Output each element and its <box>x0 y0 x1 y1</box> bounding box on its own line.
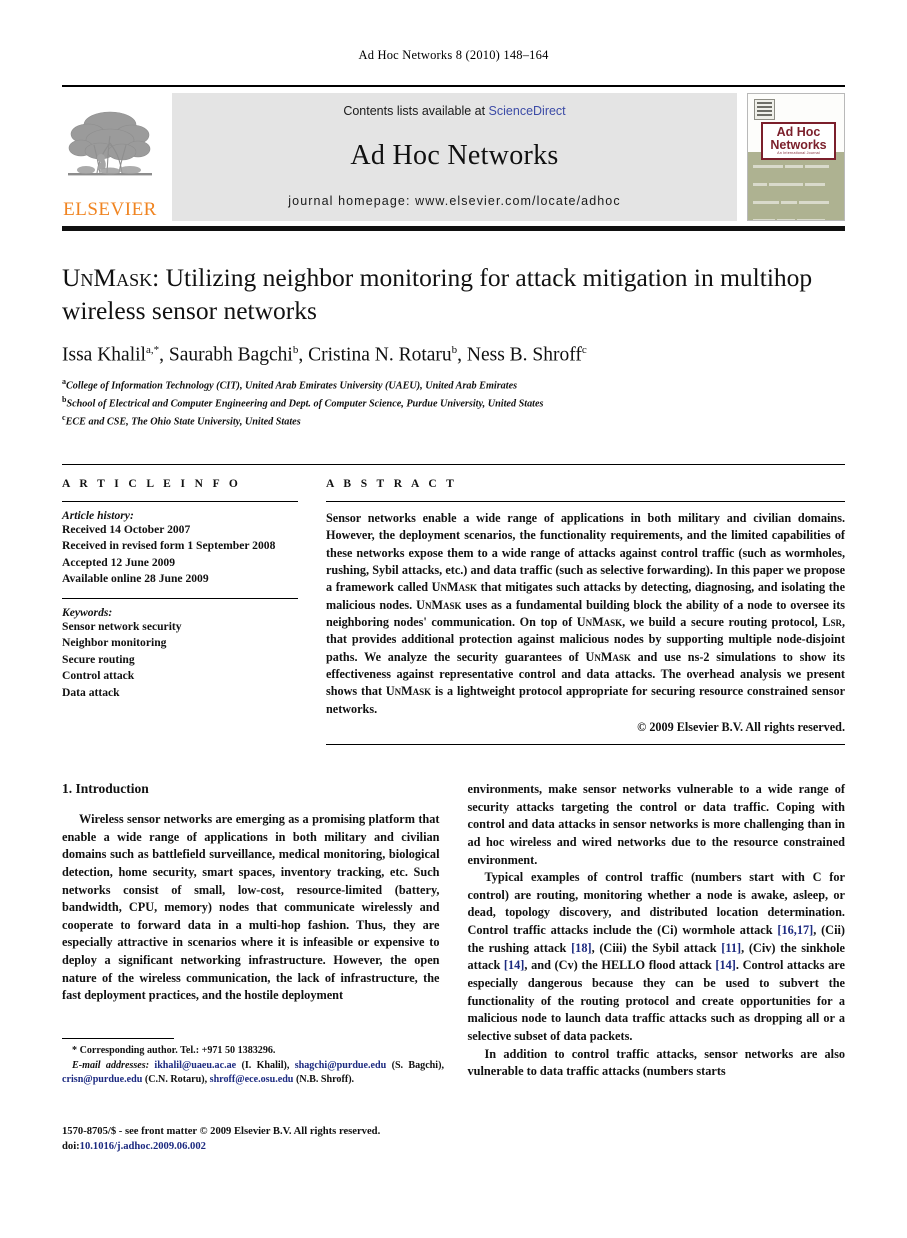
keywords-group: Keywords: Sensor network security Neighb… <box>62 599 298 701</box>
email-link[interactable]: ikhalil@uaeu.ac.ae <box>154 1060 236 1071</box>
intro-paragraph-3: In addition to control traffic attacks, … <box>467 1046 846 1079</box>
citation-ref[interactable]: [18] <box>571 941 592 955</box>
citation-ref[interactable]: [11] <box>721 941 741 955</box>
intro-paragraph-2: Typical examples of control traffic (num… <box>468 869 846 1045</box>
affiliation-a: aCollege of Information Technology (CIT)… <box>62 376 518 392</box>
info-abstract-row: A R T I C L E I N F O Article history: R… <box>62 464 845 745</box>
abstract-copyright: © 2009 Elsevier B.V. All rights reserved… <box>637 719 845 734</box>
intro-paragraph-continued: environments, make sensor networks vulne… <box>467 781 846 867</box>
abstract-column: A B S T R A C T Sensor networks enable a… <box>320 465 845 745</box>
email-link[interactable]: crisn@purdue.edu <box>62 1074 142 1085</box>
affiliation-list: aCollege of Information Technology (CIT)… <box>62 376 845 430</box>
contents-available-line: Contents lists available at ScienceDirec… <box>172 104 737 118</box>
abstract-heading: A B S T R A C T <box>326 478 458 491</box>
issn-line: 1570-8705/$ - see front matter © 2009 El… <box>62 1126 381 1137</box>
citation-ref[interactable]: [16,17] <box>777 923 813 937</box>
abstract-rule-bottom <box>326 743 845 745</box>
email-owner: (I. Khalil) <box>241 1059 287 1071</box>
footnote-rule <box>62 1038 174 1039</box>
article-title: UnMask: Utilizing neighbor monitoring fo… <box>62 261 845 327</box>
running-head: Ad Hoc Networks 8 (2010) 148–164 <box>358 48 549 62</box>
section-title-introduction: 1. Introduction <box>62 780 149 796</box>
title-block: UnMask: Utilizing neighbor monitoring fo… <box>62 261 845 430</box>
history-revised: Received in revised form 1 September 200… <box>62 539 276 553</box>
intro-paragraph-1: Wireless sensor networks are emerging as… <box>62 811 440 1003</box>
elsevier-logo: ELSEVIER <box>62 93 158 221</box>
history-accepted: Accepted 12 June 2009 <box>62 555 176 569</box>
keyword-item: Data attack <box>62 685 120 699</box>
history-online: Available online 28 June 2009 <box>62 572 209 586</box>
doi-line: doi:10.1016/j.adhoc.2009.06.002 <box>62 1139 482 1154</box>
email-link[interactable]: shagchi@purdue.edu <box>295 1060 387 1071</box>
cover-text-lines <box>753 158 839 220</box>
paper-page: Ad Hoc Networks 8 (2010) 148–164 ELSEVIE… <box>0 0 907 1238</box>
article-info-heading: A R T I C L E I N F O <box>62 478 242 491</box>
body-column-left: 1. Introduction Wireless sensor networks… <box>62 781 440 1081</box>
issn-doi-block: 1570-8705/$ - see front matter © 2009 El… <box>62 1124 482 1154</box>
abstract-text: Sensor networks enable a wide range of a… <box>326 511 845 716</box>
footnote-block: * Corresponding author. Tel.: +971 50 13… <box>62 1038 444 1088</box>
journal-cover-thumbnail: Ad Hoc Networks An International Journal <box>747 93 845 221</box>
article-history-label: Article history: <box>62 509 134 523</box>
article-info-column: A R T I C L E I N F O Article history: R… <box>62 465 320 745</box>
banner-center: Contents lists available at ScienceDirec… <box>172 93 737 221</box>
affiliation-c: cECE and CSE, The Ohio State University,… <box>62 412 301 428</box>
cover-stamp-icon <box>754 99 775 120</box>
email-owner: (N.B. Shroff). <box>295 1074 355 1086</box>
keyword-item: Secure routing <box>62 652 135 666</box>
email-addresses-label: E-mail addresses: <box>72 1059 150 1071</box>
email-owner: (C.N. Rotaru) <box>144 1074 205 1086</box>
cover-title: Ad Hoc Networks An International Journal <box>761 122 836 161</box>
article-title-rest: : Utilizing neighbor monitoring for atta… <box>62 263 813 326</box>
history-received: Received 14 October 2007 <box>62 523 191 537</box>
author-list: Issa Khalila,*, Saurabh Bagchib, Cristin… <box>62 344 587 366</box>
abstract-rule-top <box>326 501 845 503</box>
keyword-item: Sensor network security <box>62 619 182 633</box>
keywords-label: Keywords: <box>62 605 113 619</box>
para2-part-5: , and (Cv) the HELLO flood attack <box>524 958 716 973</box>
keyword-item: Control attack <box>62 669 135 683</box>
contents-prefix: Contents lists available at <box>343 104 489 118</box>
journal-banner: ELSEVIER Contents lists available at Sci… <box>62 85 845 221</box>
citation-ref[interactable]: [14] <box>715 958 736 972</box>
banner-bottom-rule <box>62 226 845 231</box>
sciencedirect-link[interactable]: ScienceDirect <box>489 104 566 118</box>
cover-title-line2: Networks <box>770 137 827 152</box>
journal-title: Ad Hoc Networks <box>350 140 559 171</box>
footnote-text: * Corresponding author. Tel.: +971 50 13… <box>62 1045 444 1086</box>
citation-ref[interactable]: [14] <box>504 958 525 972</box>
para2-part-3: , (Ciii) the Sybil attack <box>591 940 722 955</box>
doi-link[interactable]: 10.1016/j.adhoc.2009.06.002 <box>80 1141 206 1152</box>
article-title-smallcaps: UnMask <box>62 263 153 292</box>
body-column-right: environments, make sensor networks vulne… <box>468 781 846 1081</box>
doi-prefix: doi: <box>62 1141 80 1153</box>
corresponding-author-note: Corresponding author. Tel.: +971 50 1383… <box>79 1045 276 1056</box>
cover-subtitle: An International Journal <box>777 150 820 155</box>
body-columns: 1. Introduction Wireless sensor networks… <box>62 781 845 1081</box>
journal-homepage[interactable]: journal homepage: www.elsevier.com/locat… <box>172 194 737 208</box>
email-link[interactable]: shroff@ece.osu.edu <box>210 1074 294 1085</box>
article-history-group: Article history: Received 14 October 200… <box>62 502 298 598</box>
elsevier-tree-icon <box>68 111 152 176</box>
elsevier-wordmark: ELSEVIER <box>63 199 157 220</box>
email-owner: (S. Bagchi) <box>391 1059 442 1071</box>
keyword-item: Neighbor monitoring <box>62 636 167 650</box>
affiliation-b: bSchool of Electrical and Computer Engin… <box>62 394 544 410</box>
